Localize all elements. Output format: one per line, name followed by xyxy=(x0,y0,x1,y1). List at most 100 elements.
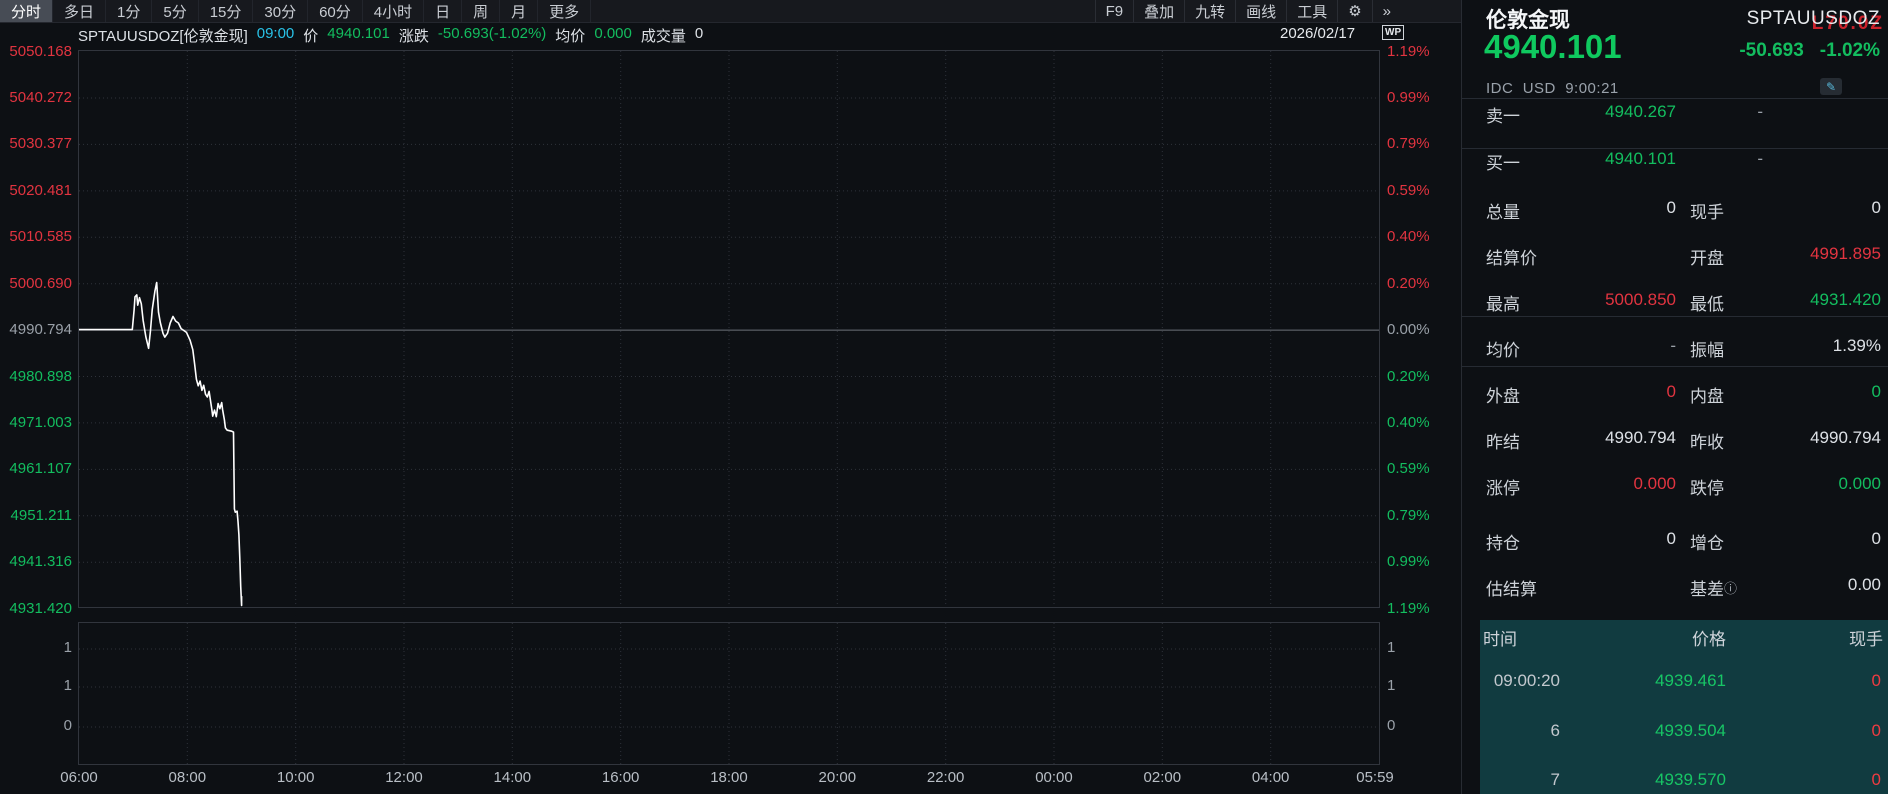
tab-period-2[interactable]: 1分 xyxy=(106,0,152,22)
stat-label: 开盘 xyxy=(1690,244,1724,269)
pct-axis-label: 0.59% xyxy=(1387,460,1430,477)
time-axis-label: 22:00 xyxy=(927,769,965,786)
pct-axis-label: 0.40% xyxy=(1387,414,1430,431)
toolbar-tools: F9叠加九转画线工具⚙» xyxy=(1095,0,1401,22)
bid-row[interactable]: 买一4940.101- xyxy=(1462,149,1888,172)
price-chart-canvas[interactable] xyxy=(78,50,1380,608)
tick-header-time: 时间 xyxy=(1483,625,1517,650)
tab-period-9[interactable]: 周 xyxy=(462,0,500,22)
pct-axis-label: 0.40% xyxy=(1387,228,1430,245)
tool-4[interactable]: 工具 xyxy=(1286,0,1337,22)
tick-price: 4939.570 xyxy=(1655,770,1726,790)
stats-row: 均价-振幅1.39% xyxy=(1462,336,1888,359)
change-pct: -1.02% xyxy=(1820,40,1880,62)
chart-date: 2026/02/17 xyxy=(1280,25,1355,42)
quote-time: 9:00:21 xyxy=(1565,80,1619,97)
pct-axis-label: 0.20% xyxy=(1387,275,1430,292)
pencil-icon: ✎ xyxy=(1826,80,1836,94)
instrument-code: SPTAUUSDOZ xyxy=(1747,8,1880,30)
tick-time: 09:00:20 xyxy=(1479,671,1560,691)
stats-row: 外盘0内盘0 xyxy=(1462,382,1888,405)
tick-row[interactable]: 7 4939.570 0 xyxy=(1462,770,1888,794)
price-axis-label: 5020.481 xyxy=(0,182,72,199)
stat-label: 均价 xyxy=(1486,336,1520,361)
tick-time: 7 xyxy=(1479,770,1560,790)
tab-period-6[interactable]: 60分 xyxy=(308,0,363,22)
change-value: -50.693(-1.02%) xyxy=(438,25,546,46)
tick-volume: 0 xyxy=(1872,770,1881,790)
tab-period-8[interactable]: 日 xyxy=(424,0,462,22)
volume-value: 0 xyxy=(695,25,703,46)
currency: USD xyxy=(1523,80,1556,97)
tab-period-7[interactable]: 4小时 xyxy=(363,0,424,22)
stats-row: 结算价开盘4991.895 xyxy=(1462,244,1888,267)
stat-value: 0 xyxy=(1667,382,1676,402)
price-axis-label: 4971.003 xyxy=(0,414,72,431)
quote-panel: L70.0Z 伦敦金现 SPTAUUSDOZ 4940.101 -50.693 … xyxy=(1462,0,1888,794)
stat-label: 估结算 xyxy=(1486,575,1537,600)
tab-period-11[interactable]: 更多 xyxy=(538,0,591,22)
separator xyxy=(1462,316,1888,317)
stat-label: 增仓 xyxy=(1690,529,1724,554)
time-axis-label: 12:00 xyxy=(385,769,423,786)
time-axis-label: 10:00 xyxy=(277,769,315,786)
change-label: 涨跌 xyxy=(399,25,429,46)
tab-period-5[interactable]: 30分 xyxy=(253,0,308,22)
chart-header: SPTAUUSDOZ[伦敦金现] 09:00 价 4940.101 涨跌 -50… xyxy=(78,25,703,46)
quote-meta: IDC USD 9:00:21 xyxy=(1486,80,1619,97)
price-axis-label: 4931.420 xyxy=(0,600,72,617)
stat-label: 振幅 xyxy=(1690,336,1724,361)
bid-ask-label: 买一 xyxy=(1486,149,1520,174)
stat-label: 总量 xyxy=(1486,198,1520,223)
chart-time: 09:00 xyxy=(257,25,295,46)
time-axis-label: 08:00 xyxy=(169,769,207,786)
stat-value: 0 xyxy=(1667,529,1676,549)
price-axis-label: 4990.794 xyxy=(0,321,72,338)
tick-table-header: 时间价格现手 xyxy=(1462,625,1888,647)
tool-3[interactable]: 画线 xyxy=(1235,0,1286,22)
edit-icon[interactable]: ✎ xyxy=(1820,78,1842,95)
stat-value: 0.00 xyxy=(1848,575,1881,595)
stats-row: 涨停0.000跌停0.000 xyxy=(1462,474,1888,497)
tool-1[interactable]: 叠加 xyxy=(1133,0,1184,22)
change-abs: -50.693 xyxy=(1739,40,1803,62)
stat-label: 外盘 xyxy=(1486,382,1520,407)
exchange: IDC xyxy=(1486,80,1513,97)
tick-row[interactable]: 64939.5040 xyxy=(1462,721,1888,746)
tab-period-4[interactable]: 15分 xyxy=(199,0,254,22)
volume-axis-label: 1 xyxy=(0,677,72,694)
gear-icon[interactable]: ⚙ xyxy=(1337,0,1371,22)
tick-price: 4939.504 xyxy=(1655,721,1726,741)
price-axis-label: 4961.107 xyxy=(0,460,72,477)
stat-label: 最低 xyxy=(1690,290,1724,315)
bid-ask-volume: - xyxy=(1757,102,1763,122)
tab-period-0[interactable]: 分时 xyxy=(0,0,53,22)
info-icon[interactable]: ⓘ xyxy=(1724,581,1737,596)
price-axis-label: 4980.898 xyxy=(0,368,72,385)
volume-chart-canvas[interactable] xyxy=(78,622,1380,765)
tab-period-3[interactable]: 5分 xyxy=(152,0,198,22)
stat-value: 1.39% xyxy=(1833,336,1881,356)
ask-row[interactable]: 卖一4940.267- xyxy=(1462,102,1888,125)
time-axis-label: 02:00 xyxy=(1144,769,1182,786)
volume-axis-label: 0 xyxy=(1387,717,1395,734)
stat-value: 0.000 xyxy=(1633,474,1676,494)
stat-label: 现手 xyxy=(1690,198,1724,223)
toolbar-expand-icon[interactable]: » xyxy=(1372,0,1401,22)
quote-rows: 卖一4940.267- 买一4940.101- 总量 0 现手 0 结算价开盘4991.89… xyxy=(1462,0,1888,675)
wp-badge[interactable]: WP xyxy=(1382,25,1404,40)
holdings-row: 估结算基差ⓘ0.00 xyxy=(1462,575,1888,598)
price-label: 价 xyxy=(303,25,318,46)
tab-period-1[interactable]: 多日 xyxy=(53,0,106,22)
tool-2[interactable]: 九转 xyxy=(1184,0,1235,22)
pct-axis-label: 0.00% xyxy=(1387,321,1430,338)
time-axis-label: 14:00 xyxy=(494,769,532,786)
tab-period-10[interactable]: 月 xyxy=(500,0,538,22)
time-axis-label: 05:59 xyxy=(1356,769,1394,786)
tick-row[interactable]: 09:00:204939.4610 xyxy=(1462,671,1888,696)
tick-header-price: 价格 xyxy=(1692,625,1726,650)
stat-value: 4990.794 xyxy=(1810,428,1881,448)
tool-0[interactable]: F9 xyxy=(1095,0,1134,22)
tick-volume: 0 xyxy=(1872,671,1881,691)
price-axis-label: 5050.168 xyxy=(0,43,72,60)
